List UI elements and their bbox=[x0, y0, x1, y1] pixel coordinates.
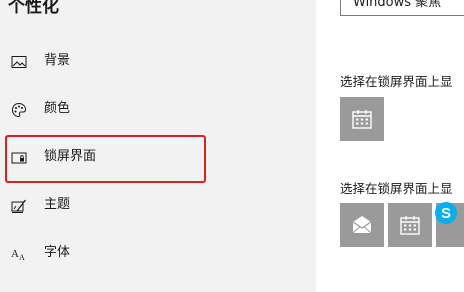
dropdown-value: Windows 聚焦 bbox=[353, 0, 442, 10]
nav-item-background[interactable]: 背景 bbox=[0, 42, 316, 82]
nav-item-label: 颜色 bbox=[44, 101, 71, 116]
lock-screen-settings: Windows 聚焦 选择在锁屏界面上显 选择在锁屏界面上显 S bbox=[316, 0, 464, 292]
nav-item-fonts[interactable]: A A 字体 bbox=[0, 234, 316, 274]
highlight-annotation bbox=[5, 135, 206, 183]
nav-item-colors[interactable]: 颜色 bbox=[0, 90, 316, 130]
svg-text:A: A bbox=[11, 248, 19, 260]
quick-status-app-tile-skype[interactable]: S bbox=[435, 202, 464, 247]
detailed-status-label: 选择在锁屏界面上显 bbox=[340, 74, 453, 89]
nav-item-themes[interactable]: 主题 bbox=[0, 186, 316, 226]
nav-item-label: 字体 bbox=[44, 245, 71, 260]
quick-status-label: 选择在锁屏界面上显 bbox=[340, 181, 453, 196]
settings-nav: 个性化 背景 颜色 锁屏界面 主题 A A 字体 bbox=[0, 0, 316, 292]
nav-item-label: 背景 bbox=[44, 53, 71, 68]
quick-status-app-tile-mail[interactable] bbox=[340, 203, 384, 247]
font-icon: A A bbox=[11, 246, 27, 262]
quick-status-app-tile-calendar[interactable] bbox=[388, 203, 432, 247]
svg-text:S: S bbox=[441, 205, 451, 222]
palette-icon bbox=[11, 102, 27, 118]
background-dropdown[interactable]: Windows 聚焦 bbox=[340, 0, 464, 16]
detailed-status-app-tile[interactable] bbox=[340, 97, 384, 141]
nav-item-label: 主题 bbox=[44, 197, 71, 212]
page-title: 个性化 bbox=[8, 0, 59, 17]
picture-icon bbox=[11, 54, 27, 70]
theme-icon bbox=[11, 198, 27, 214]
svg-text:A: A bbox=[19, 253, 25, 262]
